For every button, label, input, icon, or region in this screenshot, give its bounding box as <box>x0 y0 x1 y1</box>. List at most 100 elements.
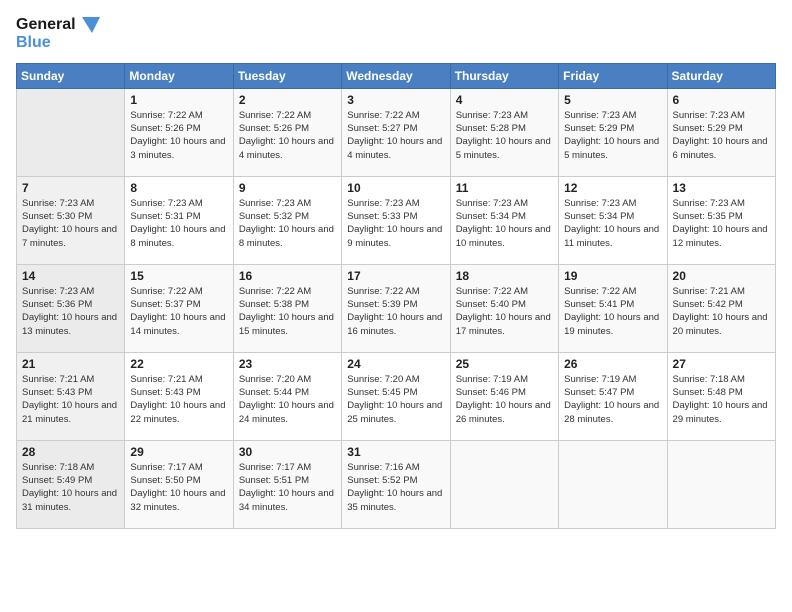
header-cell-friday: Friday <box>559 63 667 88</box>
day-number: 12 <box>564 181 661 195</box>
day-cell <box>17 88 125 176</box>
day-cell: 30 Sunrise: 7:17 AMSunset: 5:51 PMDayligh… <box>233 440 341 528</box>
day-info: Sunrise: 7:22 AMSunset: 5:26 PMDaylight:… <box>239 109 336 162</box>
day-number: 8 <box>130 181 227 195</box>
day-number: 1 <box>130 93 227 107</box>
day-info: Sunrise: 7:22 AMSunset: 5:39 PMDaylight:… <box>347 285 444 338</box>
week-row-5: 28 Sunrise: 7:18 AMSunset: 5:49 PMDayligh… <box>17 440 776 528</box>
day-number: 11 <box>456 181 553 195</box>
day-info: Sunrise: 7:23 AMSunset: 5:29 PMDaylight:… <box>564 109 661 162</box>
day-number: 24 <box>347 357 444 371</box>
calendar-table: SundayMondayTuesdayWednesdayThursdayFrid… <box>16 63 776 529</box>
day-number: 3 <box>347 93 444 107</box>
header-cell-wednesday: Wednesday <box>342 63 450 88</box>
day-info: Sunrise: 7:23 AMSunset: 5:36 PMDaylight:… <box>22 285 119 338</box>
day-info: Sunrise: 7:23 AMSunset: 5:29 PMDaylight:… <box>673 109 770 162</box>
logo-text: General Blue <box>16 16 100 53</box>
day-info: Sunrise: 7:23 AMSunset: 5:28 PMDaylight:… <box>456 109 553 162</box>
week-row-2: 7 Sunrise: 7:23 AMSunset: 5:30 PMDaylight… <box>17 176 776 264</box>
day-number: 25 <box>456 357 553 371</box>
day-cell: 26 Sunrise: 7:19 AMSunset: 5:47 PMDayligh… <box>559 352 667 440</box>
day-info: Sunrise: 7:21 AMSunset: 5:43 PMDaylight:… <box>22 373 119 426</box>
day-number: 19 <box>564 269 661 283</box>
day-cell: 12 Sunrise: 7:23 AMSunset: 5:34 PMDayligh… <box>559 176 667 264</box>
day-info: Sunrise: 7:22 AMSunset: 5:40 PMDaylight:… <box>456 285 553 338</box>
day-info: Sunrise: 7:17 AMSunset: 5:51 PMDaylight:… <box>239 461 336 514</box>
day-cell: 14 Sunrise: 7:23 AMSunset: 5:36 PMDayligh… <box>17 264 125 352</box>
day-number: 21 <box>22 357 119 371</box>
day-cell: 11Sunrise: 7:23 AMSunset: 5:34 PMDayligh… <box>450 176 558 264</box>
day-cell: 6Sunrise: 7:23 AMSunset: 5:29 PMDaylight… <box>667 88 775 176</box>
day-number: 30 <box>239 445 336 459</box>
day-number: 28 <box>22 445 119 459</box>
day-number: 22 <box>130 357 227 371</box>
day-info: Sunrise: 7:16 AMSunset: 5:52 PMDaylight:… <box>347 461 444 514</box>
day-cell: 31 Sunrise: 7:16 AMSunset: 5:52 PMDayligh… <box>342 440 450 528</box>
day-number: 9 <box>239 181 336 195</box>
day-cell: 13 Sunrise: 7:23 AMSunset: 5:35 PMDayligh… <box>667 176 775 264</box>
day-info: Sunrise: 7:17 AMSunset: 5:50 PMDaylight:… <box>130 461 227 514</box>
day-info: Sunrise: 7:23 AMSunset: 5:34 PMDaylight:… <box>564 197 661 250</box>
day-info: Sunrise: 7:21 AMSunset: 5:42 PMDaylight:… <box>673 285 770 338</box>
day-number: 23 <box>239 357 336 371</box>
day-info: Sunrise: 7:18 AMSunset: 5:48 PMDaylight:… <box>673 373 770 426</box>
day-number: 20 <box>673 269 770 283</box>
day-info: Sunrise: 7:21 AMSunset: 5:43 PMDaylight:… <box>130 373 227 426</box>
day-cell: 1 Sunrise: 7:22 AMSunset: 5:26 PMDaylight… <box>125 88 233 176</box>
day-info: Sunrise: 7:20 AMSunset: 5:45 PMDaylight:… <box>347 373 444 426</box>
day-cell: 15Sunrise: 7:22 AMSunset: 5:37 PMDayligh… <box>125 264 233 352</box>
day-cell: 27 Sunrise: 7:18 AMSunset: 5:48 PMDayligh… <box>667 352 775 440</box>
logo: General Blue <box>16 16 100 53</box>
day-cell: 23 Sunrise: 7:20 AMSunset: 5:44 PMDayligh… <box>233 352 341 440</box>
day-info: Sunrise: 7:19 AMSunset: 5:47 PMDaylight:… <box>564 373 661 426</box>
day-number: 7 <box>22 181 119 195</box>
day-number: 10 <box>347 181 444 195</box>
day-info: Sunrise: 7:22 AMSunset: 5:27 PMDaylight:… <box>347 109 444 162</box>
day-info: Sunrise: 7:23 AMSunset: 5:30 PMDaylight:… <box>22 197 119 250</box>
week-row-1: 1 Sunrise: 7:22 AMSunset: 5:26 PMDaylight… <box>17 88 776 176</box>
day-info: Sunrise: 7:23 AMSunset: 5:31 PMDaylight:… <box>130 197 227 250</box>
day-cell: 10 Sunrise: 7:23 AMSunset: 5:33 PMDayligh… <box>342 176 450 264</box>
day-cell <box>559 440 667 528</box>
header-cell-thursday: Thursday <box>450 63 558 88</box>
calendar-page: General Blue SundayMondayTuesdayWednesda… <box>0 0 792 612</box>
day-info: Sunrise: 7:18 AMSunset: 5:49 PMDaylight:… <box>22 461 119 514</box>
day-number: 2 <box>239 93 336 107</box>
day-info: Sunrise: 7:19 AMSunset: 5:46 PMDaylight:… <box>456 373 553 426</box>
day-number: 4 <box>456 93 553 107</box>
day-cell: 3 Sunrise: 7:22 AMSunset: 5:27 PMDaylight… <box>342 88 450 176</box>
day-cell: 18 Sunrise: 7:22 AMSunset: 5:40 PMDayligh… <box>450 264 558 352</box>
day-cell: 29 Sunrise: 7:17 AMSunset: 5:50 PMDayligh… <box>125 440 233 528</box>
day-number: 15 <box>130 269 227 283</box>
day-cell: 25 Sunrise: 7:19 AMSunset: 5:46 PMDayligh… <box>450 352 558 440</box>
day-number: 13 <box>673 181 770 195</box>
day-number: 17 <box>347 269 444 283</box>
day-info: Sunrise: 7:22 AMSunset: 5:26 PMDaylight:… <box>130 109 227 162</box>
day-cell: 24 Sunrise: 7:20 AMSunset: 5:45 PMDayligh… <box>342 352 450 440</box>
day-cell <box>667 440 775 528</box>
day-number: 14 <box>22 269 119 283</box>
day-cell: 8 Sunrise: 7:23 AMSunset: 5:31 PMDaylight… <box>125 176 233 264</box>
day-cell: 19Sunrise: 7:22 AMSunset: 5:41 PMDayligh… <box>559 264 667 352</box>
day-cell: 16Sunrise: 7:22 AMSunset: 5:38 PMDayligh… <box>233 264 341 352</box>
day-cell: 28 Sunrise: 7:18 AMSunset: 5:49 PMDayligh… <box>17 440 125 528</box>
day-info: Sunrise: 7:23 AMSunset: 5:33 PMDaylight:… <box>347 197 444 250</box>
day-cell: 21 Sunrise: 7:21 AMSunset: 5:43 PMDayligh… <box>17 352 125 440</box>
day-cell: 17 Sunrise: 7:22 AMSunset: 5:39 PMDayligh… <box>342 264 450 352</box>
header-row: SundayMondayTuesdayWednesdayThursdayFrid… <box>17 63 776 88</box>
day-number: 26 <box>564 357 661 371</box>
header-cell-tuesday: Tuesday <box>233 63 341 88</box>
day-number: 18 <box>456 269 553 283</box>
day-cell: 5Sunrise: 7:23 AMSunset: 5:29 PMDaylight… <box>559 88 667 176</box>
day-cell: 7 Sunrise: 7:23 AMSunset: 5:30 PMDaylight… <box>17 176 125 264</box>
day-cell: 20 Sunrise: 7:21 AMSunset: 5:42 PMDayligh… <box>667 264 775 352</box>
week-row-3: 14 Sunrise: 7:23 AMSunset: 5:36 PMDayligh… <box>17 264 776 352</box>
logo-arrow-icon <box>82 17 100 33</box>
day-number: 29 <box>130 445 227 459</box>
week-row-4: 21 Sunrise: 7:21 AMSunset: 5:43 PMDayligh… <box>17 352 776 440</box>
day-info: Sunrise: 7:20 AMSunset: 5:44 PMDaylight:… <box>239 373 336 426</box>
day-number: 27 <box>673 357 770 371</box>
day-info: Sunrise: 7:23 AMSunset: 5:35 PMDaylight:… <box>673 197 770 250</box>
day-number: 31 <box>347 445 444 459</box>
day-cell: 9Sunrise: 7:23 AMSunset: 5:32 PMDaylight… <box>233 176 341 264</box>
